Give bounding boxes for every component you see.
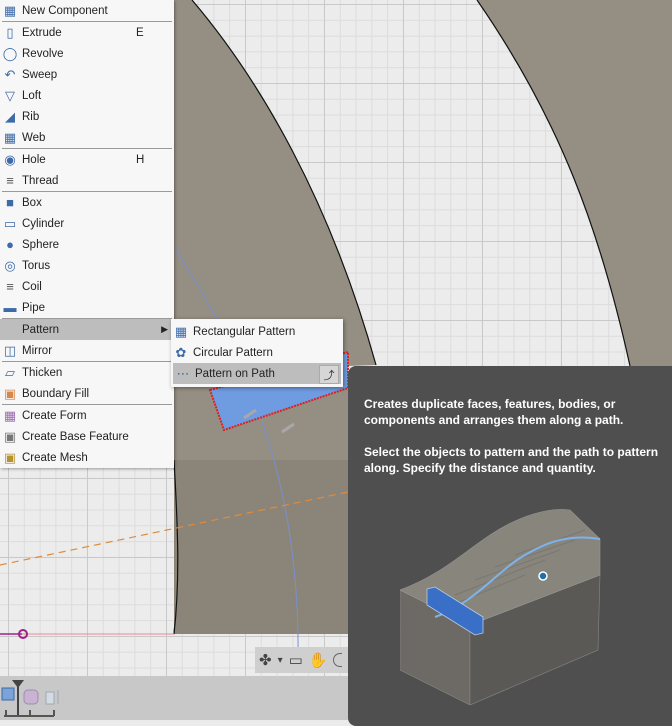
menu-item-sphere[interactable]: ● Sphere xyxy=(0,234,174,255)
timeline-bar xyxy=(0,676,348,720)
menu-item-pipe[interactable]: ▬ Pipe xyxy=(0,297,174,318)
command-tooltip: Creates duplicate faces, features, bodie… xyxy=(348,366,672,726)
menu-item-hole[interactable]: ◉ Hole H xyxy=(0,149,174,170)
menu-item-label: Cylinder xyxy=(22,217,65,230)
menu-item-web[interactable]: ▦ Web xyxy=(0,127,174,148)
pin-to-toolbar-button[interactable]: ⤴ xyxy=(319,365,339,384)
mirror-icon: ◫ xyxy=(3,342,17,358)
menu-item-loft[interactable]: ▽ Loft xyxy=(0,85,174,106)
torus-icon: ◎ xyxy=(4,257,16,273)
tooltip-illustration xyxy=(400,509,601,705)
menu-item-label: Loft xyxy=(22,89,42,102)
menu-item-label: Revolve xyxy=(22,47,64,60)
rectangular-pattern-icon: ▦ xyxy=(174,323,188,339)
sphere-icon: ● xyxy=(6,237,14,252)
new-component-icon: ▦ xyxy=(3,2,17,18)
create-form-icon: ▦ xyxy=(3,407,17,423)
sweep-icon: ↶ xyxy=(4,66,16,82)
menu-item-create-form[interactable]: ▦ Create Form xyxy=(0,405,174,426)
menu-item-label: Create Base Feature xyxy=(22,430,129,443)
create-menu: ▦ New Component ▯ Extrude E ◯ Revolve ↶ … xyxy=(0,0,174,468)
menu-item-label: Thread xyxy=(22,174,59,187)
menu-item-revolve[interactable]: ◯ Revolve xyxy=(0,43,174,64)
create-mesh-icon: ▣ xyxy=(3,449,17,465)
pan-icon[interactable]: ✋ xyxy=(309,651,328,669)
extrude-icon: ▯ xyxy=(6,24,14,40)
body-part-lower xyxy=(174,460,348,634)
menu-item-boundary-fill[interactable]: ▣ Boundary Fill xyxy=(0,383,174,404)
menu-item-torus[interactable]: ◎ Torus xyxy=(0,255,174,276)
submenu-item-label: Rectangular Pattern xyxy=(193,325,296,338)
thread-icon: ≡ xyxy=(6,173,14,188)
thicken-icon: ▱ xyxy=(5,364,15,380)
menu-item-label: Pipe xyxy=(22,301,46,314)
navigation-toolbar: ✤ ▾ ▭ ✋ xyxy=(255,647,359,673)
menu-item-label: Rib xyxy=(22,110,40,123)
orbit-icon[interactable]: ✤ xyxy=(259,651,272,669)
menu-item-extrude[interactable]: ▯ Extrude E xyxy=(0,22,174,43)
menu-item-label: New Component xyxy=(22,4,108,17)
circular-pattern-icon: ✿ xyxy=(175,344,187,360)
web-icon: ▦ xyxy=(3,129,17,145)
submenu-item-rectangular-pattern[interactable]: ▦ Rectangular Pattern xyxy=(171,321,343,342)
loft-icon: ▽ xyxy=(5,87,15,103)
menu-item-label: Coil xyxy=(22,280,42,293)
menu-item-label: Box xyxy=(22,196,42,209)
menu-item-label: Boundary Fill xyxy=(22,387,90,400)
menu-item-cylinder[interactable]: ▭ Cylinder xyxy=(0,213,174,234)
menu-item-label: Sweep xyxy=(22,68,58,81)
menu-item-mirror[interactable]: ◫ Mirror xyxy=(0,340,174,361)
menu-item-create-mesh[interactable]: ▣ Create Mesh xyxy=(0,447,174,468)
menu-item-box[interactable]: ■ Box xyxy=(0,192,174,213)
menu-item-new-component[interactable]: ▦ New Component xyxy=(0,0,174,21)
timeline-extrude-icon xyxy=(1,687,15,701)
menu-item-rib[interactable]: ◢ Rib xyxy=(0,106,174,127)
shortcut-label: H xyxy=(136,153,145,166)
menu-item-thread[interactable]: ≡ Thread xyxy=(0,170,174,191)
menu-item-coil[interactable]: ≡ Coil xyxy=(0,276,174,297)
pattern-on-path-icon: ⋯ xyxy=(176,365,190,381)
menu-item-label: Mirror xyxy=(22,344,53,357)
menu-item-label: Create Mesh xyxy=(22,451,88,464)
menu-item-label: Web xyxy=(22,131,46,144)
menu-item-create-base-feature[interactable]: ▣ Create Base Feature xyxy=(0,426,174,447)
rib-icon: ◢ xyxy=(5,108,15,124)
timeline-features xyxy=(1,680,59,717)
hole-icon: ◉ xyxy=(4,151,16,167)
body-part-right xyxy=(477,0,672,366)
look-at-icon[interactable]: ▭ xyxy=(289,651,303,669)
menu-item-label: Extrude xyxy=(22,26,62,39)
shortcut-label: E xyxy=(136,26,144,39)
create-base-feature-icon: ▣ xyxy=(3,428,17,444)
submenu-item-pattern-on-path[interactable]: ⋯ Pattern on Path ⤴ xyxy=(173,363,341,384)
menu-item-label: Hole xyxy=(22,153,46,166)
submenu-item-circular-pattern[interactable]: ✿ Circular Pattern xyxy=(171,342,343,363)
submenu-item-label: Circular Pattern xyxy=(193,346,273,359)
tooltip-description: Creates duplicate faces, features, bodie… xyxy=(364,397,624,427)
pipe-icon: ▬ xyxy=(3,300,17,315)
zoom-icon[interactable] xyxy=(333,653,343,667)
revolve-icon: ◯ xyxy=(2,45,18,61)
menu-item-label: Sphere xyxy=(22,238,60,251)
illustration-path-point xyxy=(538,571,548,581)
menu-item-label: Thicken xyxy=(22,366,63,379)
timeline-extrude-icon-2 xyxy=(45,691,55,705)
menu-item-sweep[interactable]: ↶ Sweep xyxy=(0,64,174,85)
menu-item-label: Torus xyxy=(22,259,51,272)
coil-icon: ≡ xyxy=(6,279,14,294)
submenu-item-label: Pattern on Path xyxy=(195,367,275,380)
pattern-submenu: ▦ Rectangular Pattern ✿ Circular Pattern… xyxy=(171,319,343,387)
cylinder-icon: ▭ xyxy=(3,215,17,231)
menu-item-pattern[interactable]: Pattern ▶ xyxy=(0,319,174,340)
boundary-fill-icon: ▣ xyxy=(3,385,17,401)
menu-item-label: Create Form xyxy=(22,409,87,422)
tooltip-instructions: Select the objects to pattern and the pa… xyxy=(364,445,659,475)
box-icon: ■ xyxy=(6,195,14,210)
orbit-dropdown-icon[interactable]: ▾ xyxy=(278,655,283,666)
submenu-arrow-icon: ▶ xyxy=(161,324,168,334)
timeline-form-icon xyxy=(23,689,39,705)
menu-item-thicken[interactable]: ▱ Thicken xyxy=(0,362,174,383)
menu-item-label: Pattern xyxy=(22,323,60,336)
